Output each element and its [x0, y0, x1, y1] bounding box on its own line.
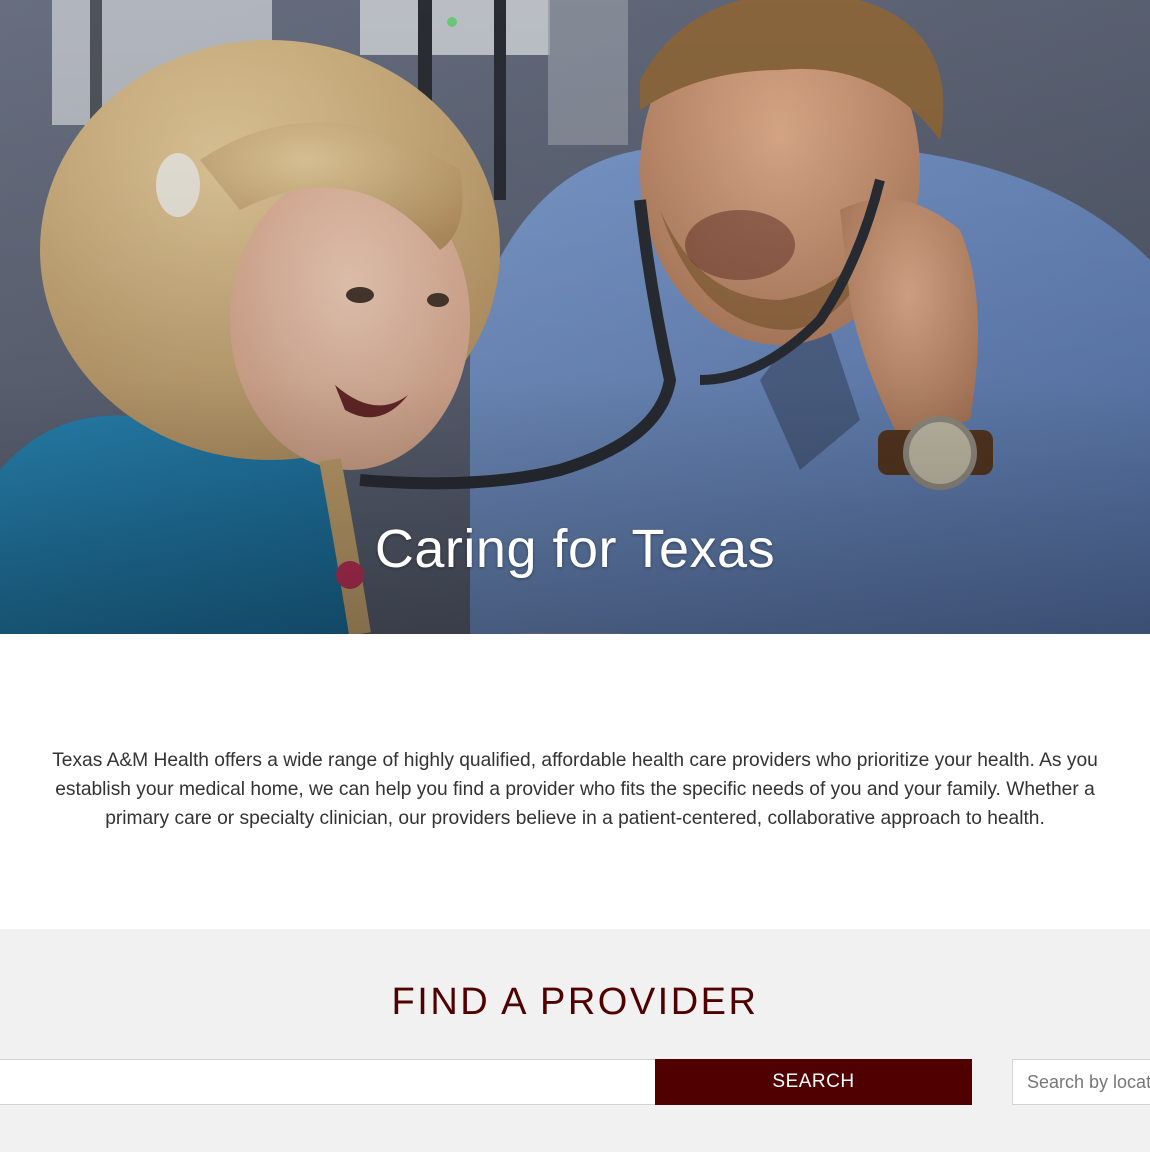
- find-provider-heading: FIND A PROVIDER: [391, 981, 759, 1023]
- find-provider-section: FIND A PROVIDER SEARCH: [0, 929, 1150, 1152]
- intro-section: Texas A&M Health offers a wide range of …: [0, 634, 1150, 929]
- location-search-input[interactable]: [1012, 1059, 1150, 1105]
- find-provider-container: FIND A PROVIDER SEARCH: [0, 929, 1150, 1152]
- provider-search-input[interactable]: [0, 1059, 656, 1105]
- hero-title: Caring for Texas: [374, 519, 776, 579]
- hero-banner: Caring for Texas: [0, 0, 1150, 634]
- search-button[interactable]: SEARCH: [655, 1059, 972, 1105]
- intro-paragraph: Texas A&M Health offers a wide range of …: [52, 750, 1098, 829]
